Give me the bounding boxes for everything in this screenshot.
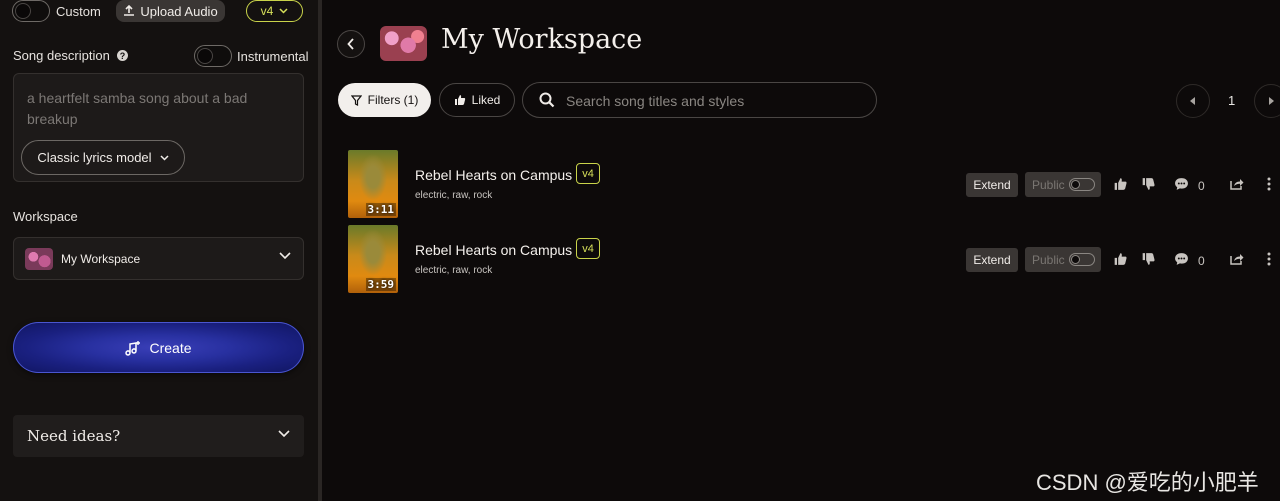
song-duration: 3:11	[365, 203, 396, 216]
filter-icon	[350, 94, 362, 106]
public-toggle[interactable]: Public	[1025, 172, 1101, 197]
help-icon[interactable]: ?	[117, 50, 128, 61]
need-ideas-accordion[interactable]: Need ideas?	[13, 415, 304, 457]
chevron-down-icon	[279, 8, 288, 14]
create-panel: Custom Upload Audio v4 Song description …	[0, 0, 318, 501]
workspace-thumbnail	[25, 248, 53, 270]
music-plus-icon	[125, 340, 141, 356]
song-title[interactable]: Rebel Hearts on Campus	[415, 167, 572, 183]
thumbs-up-icon	[454, 95, 465, 105]
song-row[interactable]: 3:11 Rebel Hearts on Campus v4 electric,…	[330, 150, 1280, 222]
workspace-label: Workspace	[13, 209, 78, 224]
share-icon[interactable]	[1230, 177, 1244, 190]
public-label: Public	[1032, 253, 1065, 267]
chevron-down-icon	[160, 154, 169, 161]
song-description-placeholder: a heartfelt samba song about a bad break…	[27, 90, 248, 127]
watermark-text: CSDN @爱吃的小肥羊	[1036, 470, 1259, 495]
song-cover[interactable]: 3:11	[348, 150, 398, 218]
need-ideas-label: Need ideas?	[27, 427, 121, 445]
back-button[interactable]	[337, 30, 365, 58]
song-cover[interactable]: 3:59	[348, 225, 398, 293]
song-row[interactable]: 3:59 Rebel Hearts on Campus v4 electric,…	[330, 225, 1280, 297]
comment-count: 0	[1198, 254, 1205, 268]
search-icon	[539, 92, 555, 108]
chevron-left-icon	[1190, 97, 1195, 105]
chevron-down-icon	[279, 252, 291, 260]
thumbs-up-icon[interactable]	[1113, 177, 1128, 191]
search-input[interactable]	[566, 90, 866, 112]
filters-label: Filters (1)	[367, 93, 419, 107]
current-page-number: 1	[1228, 93, 1236, 108]
app-root: Custom Upload Audio v4 Song description …	[0, 0, 1280, 501]
custom-toggle[interactable]	[12, 0, 50, 22]
song-description-label: Song description	[13, 48, 110, 63]
public-toggle[interactable]: Public	[1025, 247, 1101, 272]
previous-page-button[interactable]	[1176, 84, 1210, 118]
create-button[interactable]: Create	[13, 322, 304, 373]
song-version-badge: v4	[576, 163, 600, 184]
thumbs-down-icon[interactable]	[1141, 177, 1156, 191]
song-version-badge: v4	[576, 238, 600, 259]
more-vertical-icon[interactable]	[1267, 252, 1271, 266]
more-vertical-icon[interactable]	[1267, 177, 1271, 191]
model-version-label: v4	[260, 4, 274, 18]
song-description-input[interactable]: a heartfelt samba song about a bad break…	[13, 73, 304, 182]
workspace-cover	[380, 26, 427, 61]
model-version-select[interactable]: v4	[246, 0, 303, 22]
workspace-select[interactable]: My Workspace	[13, 237, 304, 280]
share-icon[interactable]	[1230, 252, 1244, 265]
chevron-right-icon	[1269, 97, 1274, 105]
song-tags: electric, raw, rock	[415, 190, 493, 201]
thumbs-up-icon[interactable]	[1113, 252, 1128, 266]
song-title[interactable]: Rebel Hearts on Campus	[415, 242, 572, 258]
comment-icon[interactable]	[1174, 252, 1189, 266]
create-label: Create	[149, 339, 192, 356]
extend-button[interactable]: Extend	[966, 248, 1018, 272]
instrumental-toggle[interactable]	[194, 45, 232, 67]
comment-icon[interactable]	[1174, 177, 1189, 191]
instrumental-label: Instrumental	[237, 49, 309, 64]
song-duration: 3:59	[365, 278, 396, 291]
upload-audio-button[interactable]: Upload Audio	[116, 0, 225, 22]
extend-button[interactable]: Extend	[966, 173, 1018, 197]
page-title: My Workspace	[441, 24, 643, 55]
workspace-select-value: My Workspace	[61, 252, 141, 266]
liked-label: Liked	[471, 93, 501, 107]
next-page-button[interactable]	[1254, 84, 1280, 118]
lyrics-model-button[interactable]: Classic lyrics model	[21, 140, 185, 175]
panel-resize-handle[interactable]	[318, 0, 322, 501]
search-bar	[522, 82, 877, 118]
chevron-left-icon	[347, 38, 354, 50]
custom-label: Custom	[56, 4, 101, 19]
lyrics-model-label: Classic lyrics model	[37, 150, 152, 165]
chevron-down-icon	[278, 430, 290, 438]
upload-audio-label: Upload Audio	[140, 3, 218, 19]
song-tags: electric, raw, rock	[415, 265, 493, 276]
filters-button[interactable]: Filters (1)	[338, 83, 431, 117]
public-label: Public	[1032, 178, 1065, 192]
comment-count: 0	[1198, 179, 1205, 193]
liked-filter-button[interactable]: Liked	[439, 83, 515, 117]
thumbs-down-icon[interactable]	[1141, 252, 1156, 266]
upload-icon	[124, 5, 135, 16]
